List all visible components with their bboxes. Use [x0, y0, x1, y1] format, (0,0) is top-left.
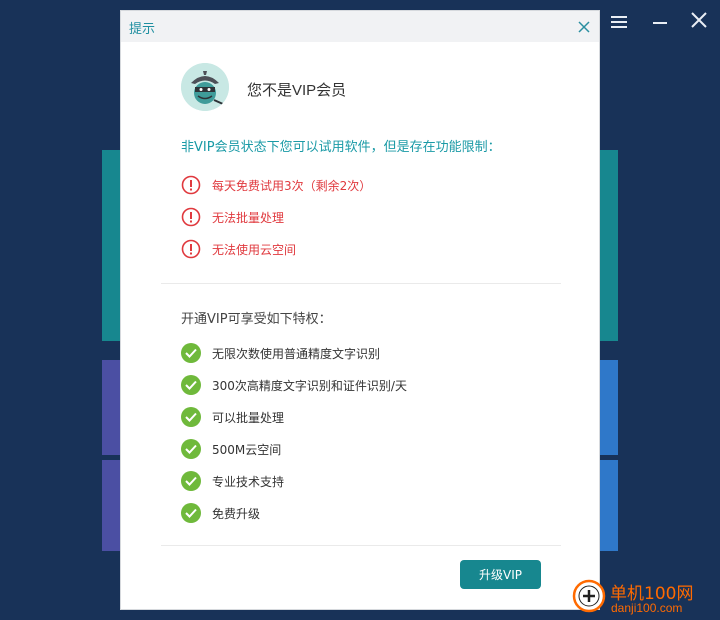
benefits-title: 开通VIP可享受如下特权： — [181, 312, 332, 327]
benefit-text: 可以批量处理 — [212, 410, 285, 425]
close-icon[interactable] — [576, 19, 592, 35]
dialog-title: 提示 — [129, 22, 156, 37]
watermark-domain: danji100.com — [611, 601, 683, 615]
minimize-icon[interactable] — [653, 11, 667, 35]
benefit-text: 无限次数使用普通精度文字识别 — [212, 346, 381, 361]
plus-circle-logo-icon — [572, 579, 606, 613]
benefit-text: 500M云空间 — [212, 442, 282, 457]
blue-panel-accent-top — [600, 360, 618, 455]
benefit-item: 可以批量处理 — [181, 406, 284, 428]
exclamation-circle-icon — [181, 239, 201, 259]
check-circle-icon — [181, 471, 201, 491]
exclamation-circle-icon — [181, 207, 201, 227]
vip-dialog: 提示 您不是VIP会员 非VIP会员状态下您可以试用软件，但是存在功能限制： 每… — [120, 10, 600, 610]
check-circle-icon — [181, 439, 201, 459]
benefit-item: 免费升级 — [181, 502, 260, 524]
limitation-text: 无法批量处理 — [212, 210, 285, 225]
blue-panel-accent-bottom — [600, 460, 618, 551]
check-circle-icon — [181, 503, 201, 523]
vip-status-title: 您不是VIP会员 — [247, 82, 347, 99]
benefit-text: 专业技术支持 — [212, 474, 285, 489]
upgrade-vip-button[interactable]: 升级VIP — [460, 560, 541, 589]
limitation-text: 无法使用云空间 — [212, 242, 297, 257]
trial-intro-text: 非VIP会员状态下您可以试用软件，但是存在功能限制： — [181, 140, 501, 155]
close-icon[interactable] — [690, 11, 710, 33]
check-circle-icon — [181, 343, 201, 363]
exclamation-circle-icon — [181, 175, 201, 195]
check-circle-icon — [181, 375, 201, 395]
dialog-header: 提示 — [121, 11, 599, 42]
limitation-item: 无法批量处理 — [181, 206, 284, 228]
benefit-item: 300次高精度文字识别和证件识别/天 — [181, 374, 407, 396]
site-watermark: 单机100网 danji100.com — [570, 574, 720, 620]
section-divider — [161, 283, 561, 284]
benefit-item: 500M云空间 — [181, 438, 281, 460]
hamburger-menu-icon[interactable] — [611, 16, 627, 30]
benefit-text: 免费升级 — [212, 506, 261, 521]
benefit-item: 专业技术支持 — [181, 470, 284, 492]
limitation-item: 无法使用云空间 — [181, 238, 296, 260]
limitation-item: 每天免费试用3次（剩余2次） — [181, 174, 371, 196]
check-circle-icon — [181, 407, 201, 427]
benefit-text: 300次高精度文字识别和证件识别/天 — [212, 378, 407, 393]
ninja-avatar-icon — [181, 63, 229, 111]
benefit-item: 无限次数使用普通精度文字识别 — [181, 342, 380, 364]
limitation-text: 每天免费试用3次（剩余2次） — [212, 178, 372, 193]
section-divider — [161, 545, 561, 546]
